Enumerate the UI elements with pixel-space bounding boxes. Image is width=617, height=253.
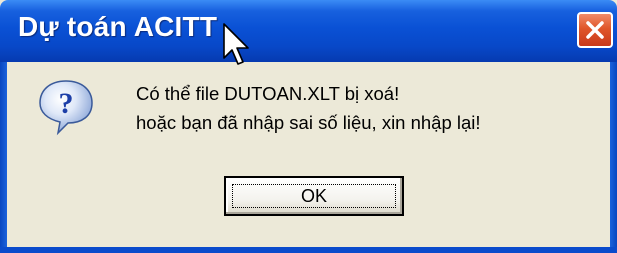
close-button[interactable] xyxy=(577,12,613,48)
svg-text:?: ? xyxy=(59,87,74,120)
window-frame-left xyxy=(0,62,7,253)
message-line-2: hoặc bạn đã nhập sai số liệu, xin nhập l… xyxy=(136,112,481,133)
question-icon: ? xyxy=(39,80,93,136)
mouse-pointer-icon xyxy=(223,23,249,65)
title-bar[interactable]: Dự toán ACITT xyxy=(0,0,617,62)
window-frame-bottom xyxy=(0,247,617,253)
focus-rect xyxy=(232,184,396,208)
message-line-1: Có thể file DUTOAN.XLT bị xoá! xyxy=(136,83,400,104)
close-icon xyxy=(586,21,604,39)
message-dialog: Dự toán ACITT ? Có thể file DUTOAN.XLT b… xyxy=(0,0,617,253)
window-frame-right xyxy=(610,62,617,253)
ok-button[interactable]: OK xyxy=(224,176,404,216)
window-title: Dự toán ACITT xyxy=(18,11,218,42)
